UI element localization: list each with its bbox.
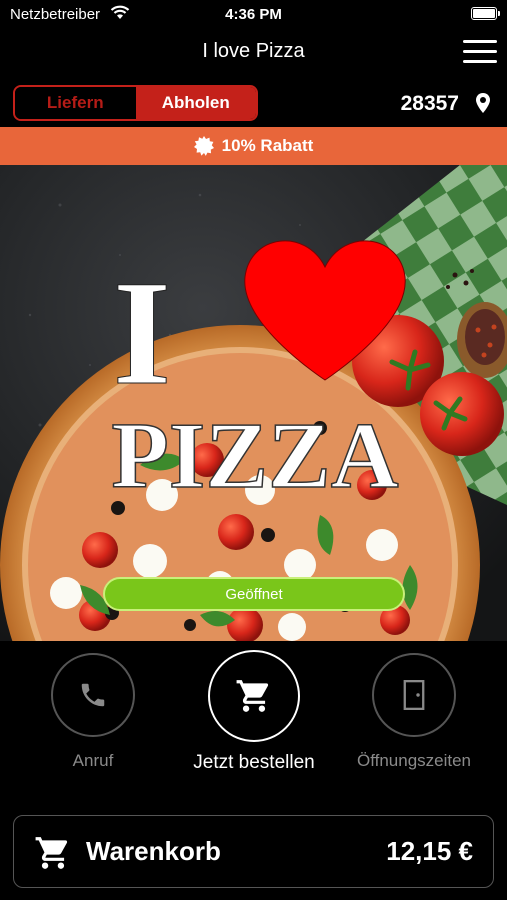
cart-icon — [236, 680, 269, 712]
logo-letter-i: I — [113, 250, 171, 416]
quick-actions: Anruf Jetzt bestellen Öffnungszeiten — [0, 650, 507, 800]
delivery-option[interactable]: Liefern — [15, 87, 136, 119]
pickup-option[interactable]: Abholen — [135, 87, 256, 119]
discount-banner[interactable]: 10% Rabatt — [0, 127, 507, 165]
location-pin-icon[interactable] — [475, 92, 491, 119]
page-title: I love Pizza — [202, 40, 305, 62]
status-bar: Netzbetreiber 4:36 PM — [0, 0, 507, 28]
opening-hours-action[interactable]: Öffnungszeiten — [344, 650, 484, 771]
discount-text: 10% Rabatt — [221, 136, 314, 155]
door-icon — [403, 680, 425, 710]
opening-hours-label: Öffnungszeiten — [356, 751, 472, 770]
logo-word-pizza: PIZZA — [111, 404, 398, 508]
cart-icon — [34, 834, 72, 877]
battery-icon — [471, 7, 500, 20]
navigation-bar: I love Pizza — [0, 28, 507, 74]
zip-code[interactable]: 28357 — [401, 92, 459, 116]
cart-total: 12,15 € — [386, 836, 473, 866]
call-label: Anruf — [72, 751, 114, 770]
call-button[interactable] — [51, 653, 135, 737]
order-mode-switch: Liefern Abholen — [13, 85, 258, 121]
opening-hours-button[interactable] — [372, 653, 456, 737]
call-action[interactable]: Anruf — [23, 650, 163, 771]
order-now-label: Jetzt bestellen — [193, 752, 315, 773]
hamburger-menu-icon[interactable] — [463, 40, 497, 64]
phone-icon — [81, 683, 105, 707]
hero-image: I PIZZA — [0, 165, 507, 641]
discount-badge-icon — [193, 136, 214, 156]
cart-label: Warenkorb — [86, 836, 221, 866]
order-now-button[interactable] — [208, 650, 300, 742]
clock: 4:36 PM — [225, 6, 282, 23]
open-status-button[interactable]: Geöffnet — [103, 577, 405, 611]
order-now-action[interactable]: Jetzt bestellen — [184, 650, 324, 774]
cart-bar[interactable]: Warenkorb 12,15 € — [13, 815, 494, 888]
